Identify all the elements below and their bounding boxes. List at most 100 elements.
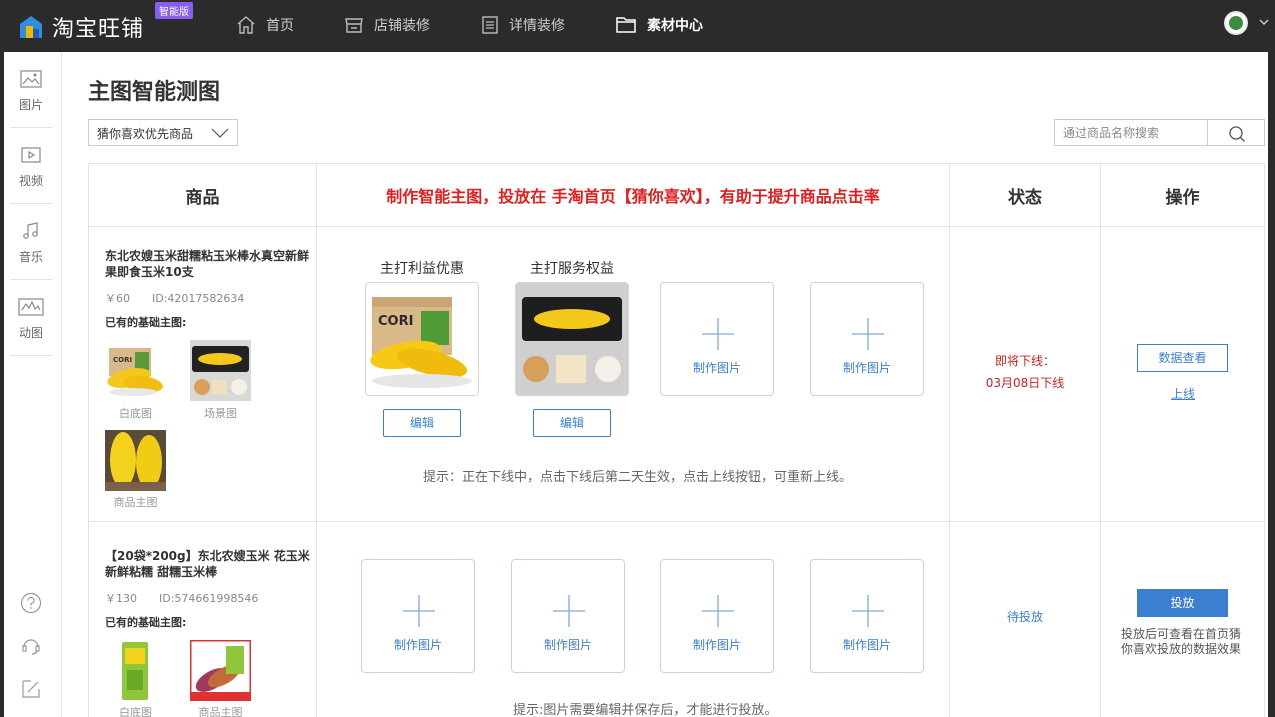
make-image-label: 制作图片 [842,638,891,652]
header-action: 操作 [1165,187,1200,208]
svg-text:CORI: CORI [113,356,132,364]
nav-home[interactable]: 首页 [236,13,294,37]
nav-material-center[interactable]: 素材中心 [615,13,703,37]
feedback-edit-icon[interactable] [20,678,42,700]
thumb-main-corn[interactable] [105,430,166,491]
store-icon [345,18,363,33]
launch-button[interactable]: 投放 [1137,589,1228,617]
row-tip: 提示：正在下线中，点击下线后第二天生效，点击上线按钮，可重新上线。 [423,470,853,485]
make-image-slot[interactable]: 制作图片 [361,559,475,673]
product-title: 东北农嫂玉米甜糯粘玉米棒水真空新鲜果即食玉米10支 [105,249,310,279]
plus-icon [403,595,435,627]
page-title: 主图智能测图 [88,80,221,105]
launch-note: 投放后可查看在首页猜你喜欢投放的数据效果 [1121,627,1242,656]
sidebar-item-video-label: 视频 [18,174,43,188]
go-online-link[interactable]: 上线 [1171,385,1195,402]
help-icon[interactable] [20,592,42,614]
plus-icon [852,595,884,627]
logo-text: 淘宝旺铺 [52,17,145,42]
header-product: 商品 [185,187,220,208]
sidebar-item-image[interactable]: 图片 [10,52,52,128]
sidebar-item-image-label: 图片 [18,98,43,112]
thumb-caption: 商品主图 [113,496,158,509]
search-button[interactable] [1207,120,1264,145]
gif-icon [18,298,44,316]
chevron-down-icon[interactable] [1259,18,1269,26]
product-id: ID:574661998546 [159,592,259,605]
smart-edition-badge: 智能版 [155,2,193,19]
thumb-caption: 场景图 [204,407,237,420]
benefit-image[interactable]: CORI [365,282,479,396]
edit-button[interactable]: 编辑 [533,409,611,437]
thumb-scene-corn[interactable] [190,340,251,401]
view-data-button[interactable]: 数据查看 [1137,344,1228,372]
plus-icon [852,318,884,350]
make-image-slot[interactable]: 制作图片 [660,282,774,396]
row-tip: 提示:图片需要编辑并保存后，才能进行投放。 [513,703,778,717]
service-image[interactable] [515,282,629,396]
nav-store-decoration-label: 店铺装修 [374,18,430,34]
status-pending-launch: 待投放 [1006,610,1043,624]
top-navigation-bar: 淘宝旺铺 智能版 首页 店铺装修 详情装修 素材中心 [0,0,1275,52]
make-image-label: 制作图片 [692,638,741,652]
status-offline-pending: 即将下线： 03月08日下线 [950,350,1100,394]
music-icon [23,222,38,239]
header-status: 状态 [1008,187,1042,208]
product-title: 【20袋*200g】东北农嫂玉米 花玉米新鲜粘糯 甜糯玉米棒 [105,549,310,579]
svg-text:CORI: CORI [378,314,413,329]
material-sidebar: 图片 视频 音乐 动图 [0,52,62,717]
nav-material-center-label: 素材中心 [647,18,703,34]
make-image-label: 制作图片 [692,361,741,375]
make-image-slot[interactable]: 制作图片 [810,282,924,396]
make-image-slot[interactable]: 制作图片 [810,559,924,673]
product-search [1054,119,1265,146]
status-date: 03月08日下线 [985,376,1065,390]
product-price: ￥60 [105,292,130,305]
search-icon [1229,126,1245,142]
home-icon [237,16,255,34]
thumb-white-bg-corn[interactable]: CORI [105,340,166,401]
product-filter-select[interactable]: 猜你喜欢优先商品 [88,119,238,146]
search-input[interactable] [1055,120,1207,145]
smart-image-table: 商品 制作智能主图，投放在 手淘首页【猜你喜欢】，有助于提升商品点击率 状态 操… [88,163,1265,717]
folder-icon [616,17,636,33]
image-slot-title: 主打服务权益 [530,261,614,277]
window-edge [0,52,4,717]
edit-button[interactable]: 编辑 [383,409,461,437]
plus-icon [702,318,734,350]
nav-detail-decoration-label: 详情装修 [509,18,565,34]
product-price-id: ￥60 ID:42017582634 [105,290,244,306]
chevron-down-icon [211,128,229,138]
status-line: 即将下线： [994,354,1055,368]
thumb-caption: 白底图 [119,407,152,420]
base-images-label: 已有的基础主图: [105,316,187,329]
product-filter-value: 猜你喜欢优先商品 [97,127,194,141]
make-image-label: 制作图片 [393,638,442,652]
sidebar-item-music[interactable]: 音乐 [10,204,52,280]
window-edge [1268,52,1275,717]
thumb-caption: 白底图 [119,706,152,717]
product-price: ￥130 [105,592,137,605]
customer-service-icon[interactable] [20,635,42,657]
sidebar-item-video[interactable]: 视频 [10,128,52,204]
thumb-white-bg-pack[interactable] [105,640,166,701]
sidebar-item-gif-label: 动图 [18,326,43,340]
thumb-main-pack[interactable] [190,640,251,701]
make-image-slot[interactable]: 制作图片 [511,559,625,673]
user-avatar[interactable] [1224,11,1248,35]
image-slot-title: 主打利益优惠 [380,261,464,277]
plus-icon [553,595,585,627]
document-icon [482,16,498,34]
product-id: ID:42017582634 [152,292,245,305]
make-image-slot[interactable]: 制作图片 [660,559,774,673]
product-price-id: ￥130 ID:574661998546 [105,590,258,606]
sidebar-item-gif[interactable]: 动图 [10,280,52,356]
video-icon [21,147,41,163]
image-icon [20,70,42,88]
base-images-label: 已有的基础主图: [105,616,187,629]
nav-detail-decoration[interactable]: 详情装修 [481,13,565,37]
sidebar-item-music-label: 音乐 [18,250,43,264]
logo[interactable]: 淘宝旺铺 [18,11,144,43]
logo-icon [18,14,44,40]
nav-store-decoration[interactable]: 店铺装修 [344,13,430,37]
